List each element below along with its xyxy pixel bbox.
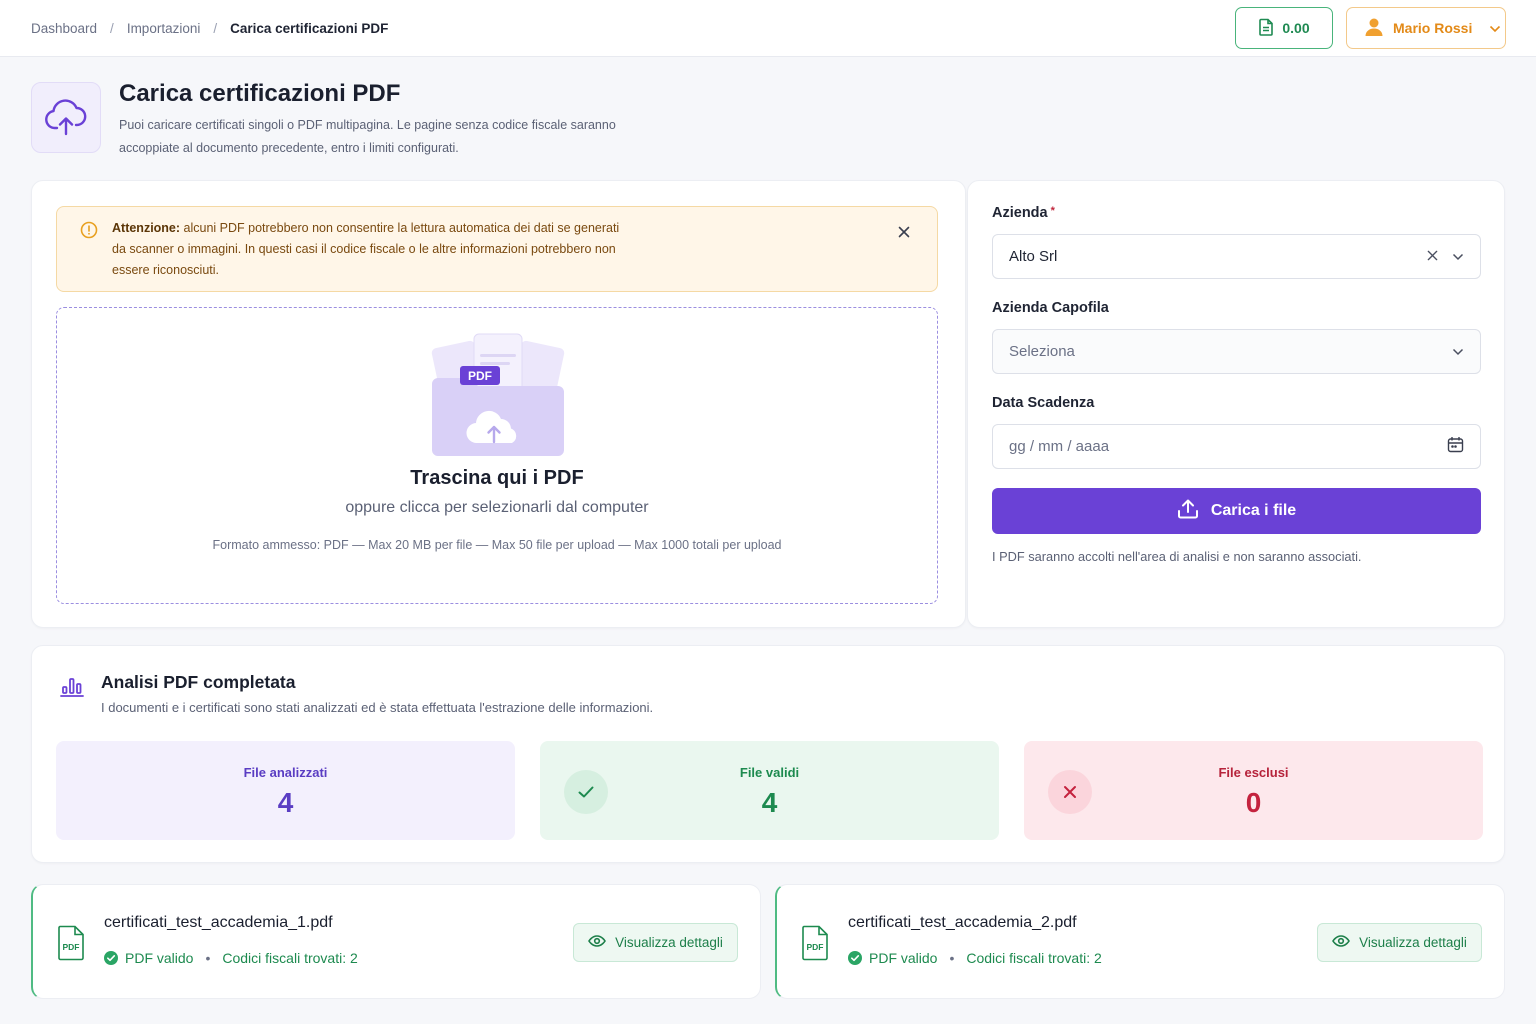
view-details-button[interactable]: Visualizza dettagli [1317,923,1482,962]
chevron-down-icon [1489,20,1501,36]
cloud-upload-icon [31,82,101,153]
user-menu-button[interactable]: Mario Rossi [1346,7,1506,49]
alert-body: alcuni PDF potrebbero non consentire la … [112,221,620,277]
file-name: certificati_test_accademia_1.pdf [104,914,333,931]
stat-value: 4 [277,787,294,818]
warning-icon [80,221,98,244]
pdf-badge: PDF [468,369,492,383]
capofila-label: Azienda Capofila [992,300,1109,316]
stat-files-valid: File validi 4 [540,741,999,840]
form-note: I PDF saranno accolti nell'area di anali… [992,549,1362,564]
stat-label: File analizzati [243,765,328,780]
azienda-value: Alto Srl [1009,248,1058,265]
page-description: Puoi caricare certificati singoli o PDF … [119,118,616,155]
pdf-file-icon: PDF [57,925,85,966]
scadenza-date-input[interactable]: gg / mm / aaaa [992,424,1481,469]
file-card: PDF certificati_test_accademia_2.pdf PDF… [775,884,1505,999]
dropzone-title: Trascina qui i PDF [410,467,584,489]
view-details-button[interactable]: Visualizza dettagli [573,923,738,962]
analysis-title: Analisi PDF completata [101,672,296,692]
pdf-dropzone[interactable]: PDF Trascina qui i PDF oppure clicca per… [56,307,938,604]
close-icon[interactable] [895,223,913,241]
breadcrumb-importazioni[interactable]: Importazioni [127,21,201,36]
file-codes-found: Codici fiscali trovati: 2 [222,950,358,966]
stat-label: File esclusi [1218,765,1289,780]
stat-value: 4 [761,787,778,818]
upload-files-label: Carica i file [1210,502,1297,519]
breadcrumb-separator: / [213,21,218,36]
clear-icon[interactable] [1427,248,1438,265]
file-meta: PDF valido • Codici fiscali trovati: 2 [848,950,1102,966]
stat-label: File validi [739,765,800,780]
svg-text:PDF: PDF [807,942,824,952]
warning-alert: Attenzione: alcuni PDF potrebbero non co… [56,206,938,292]
upload-files-button[interactable]: Carica i file [992,488,1481,534]
alert-strong: Attenzione: [112,221,181,235]
eye-icon [588,935,607,950]
azienda-select[interactable]: Alto Srl [992,234,1481,279]
pdf-file-icon: PDF [801,925,829,966]
credits-value: 0.00 [1282,20,1310,36]
calendar-icon[interactable] [1447,436,1464,457]
azienda-label-text: Azienda [992,205,1048,221]
svg-text:PDF: PDF [63,942,80,952]
file-codes-found: Codici fiscali trovati: 2 [966,950,1102,966]
upload-form-card: Azienda * Alto Srl Azienda Capofila Selez… [967,180,1505,628]
scadenza-placeholder: gg / mm / aaaa [1009,438,1110,455]
required-mark: * [1050,205,1055,217]
alert-text: Attenzione: alcuni PDF potrebbero non co… [112,218,632,281]
file-card: PDF certificati_test_accademia_1.pdf PDF… [31,884,761,999]
file-status: PDF valido [125,950,194,966]
user-name: Mario Rossi [1393,20,1473,36]
breadcrumb: Dashboard / Importazioni / Carica certif… [31,21,388,36]
upload-card: Attenzione: alcuni PDF potrebbero non co… [31,180,966,628]
analysis-card: Analisi PDF completata I documenti e i c… [31,645,1505,863]
top-bar: Dashboard / Importazioni / Carica certif… [0,0,1536,57]
stat-files-analyzed: File analizzati 4 [56,741,515,840]
breadcrumb-dashboard[interactable]: Dashboard [31,21,97,36]
dropzone-subtitle: oppure clicca per selezionarli dal compu… [345,499,649,516]
separator-dot: • [205,950,211,966]
chevron-down-icon[interactable] [1452,248,1464,265]
azienda-label: Azienda * [992,205,1055,221]
check-circle-icon [848,951,862,965]
scadenza-label: Data Scadenza [992,395,1095,411]
view-details-label: Visualizza dettagli [615,935,723,950]
bar-chart-icon [60,675,84,702]
eye-icon [1332,935,1351,950]
dropzone-format-note: Formato ammesso: PDF — Max 20 MB per fil… [212,538,782,552]
capofila-select[interactable]: Seleziona [992,329,1481,374]
capofila-placeholder: Seleziona [1009,343,1075,360]
page-title: Carica certificazioni PDF [119,80,401,107]
breadcrumb-current: Carica certificazioni PDF [230,21,389,36]
stat-files-excluded: File esclusi 0 [1024,741,1483,840]
check-circle-icon [104,951,118,965]
file-status: PDF valido [869,950,938,966]
analysis-description: I documenti e i certificati sono stati a… [101,700,654,715]
separator-dot: • [949,950,955,966]
folder-upload-icon: PDF [430,330,566,463]
view-details-label: Visualizza dettagli [1359,935,1467,950]
credits-button[interactable]: 0.00 [1235,7,1333,49]
breadcrumb-separator: / [110,21,114,36]
chevron-down-icon [1452,343,1464,360]
upload-icon [1177,499,1199,524]
user-icon [1364,17,1384,40]
file-meta: PDF valido • Codici fiscali trovati: 2 [104,950,358,966]
stat-value: 0 [1245,787,1262,818]
file-name: certificati_test_accademia_2.pdf [848,914,1077,931]
document-icon [1258,18,1274,39]
